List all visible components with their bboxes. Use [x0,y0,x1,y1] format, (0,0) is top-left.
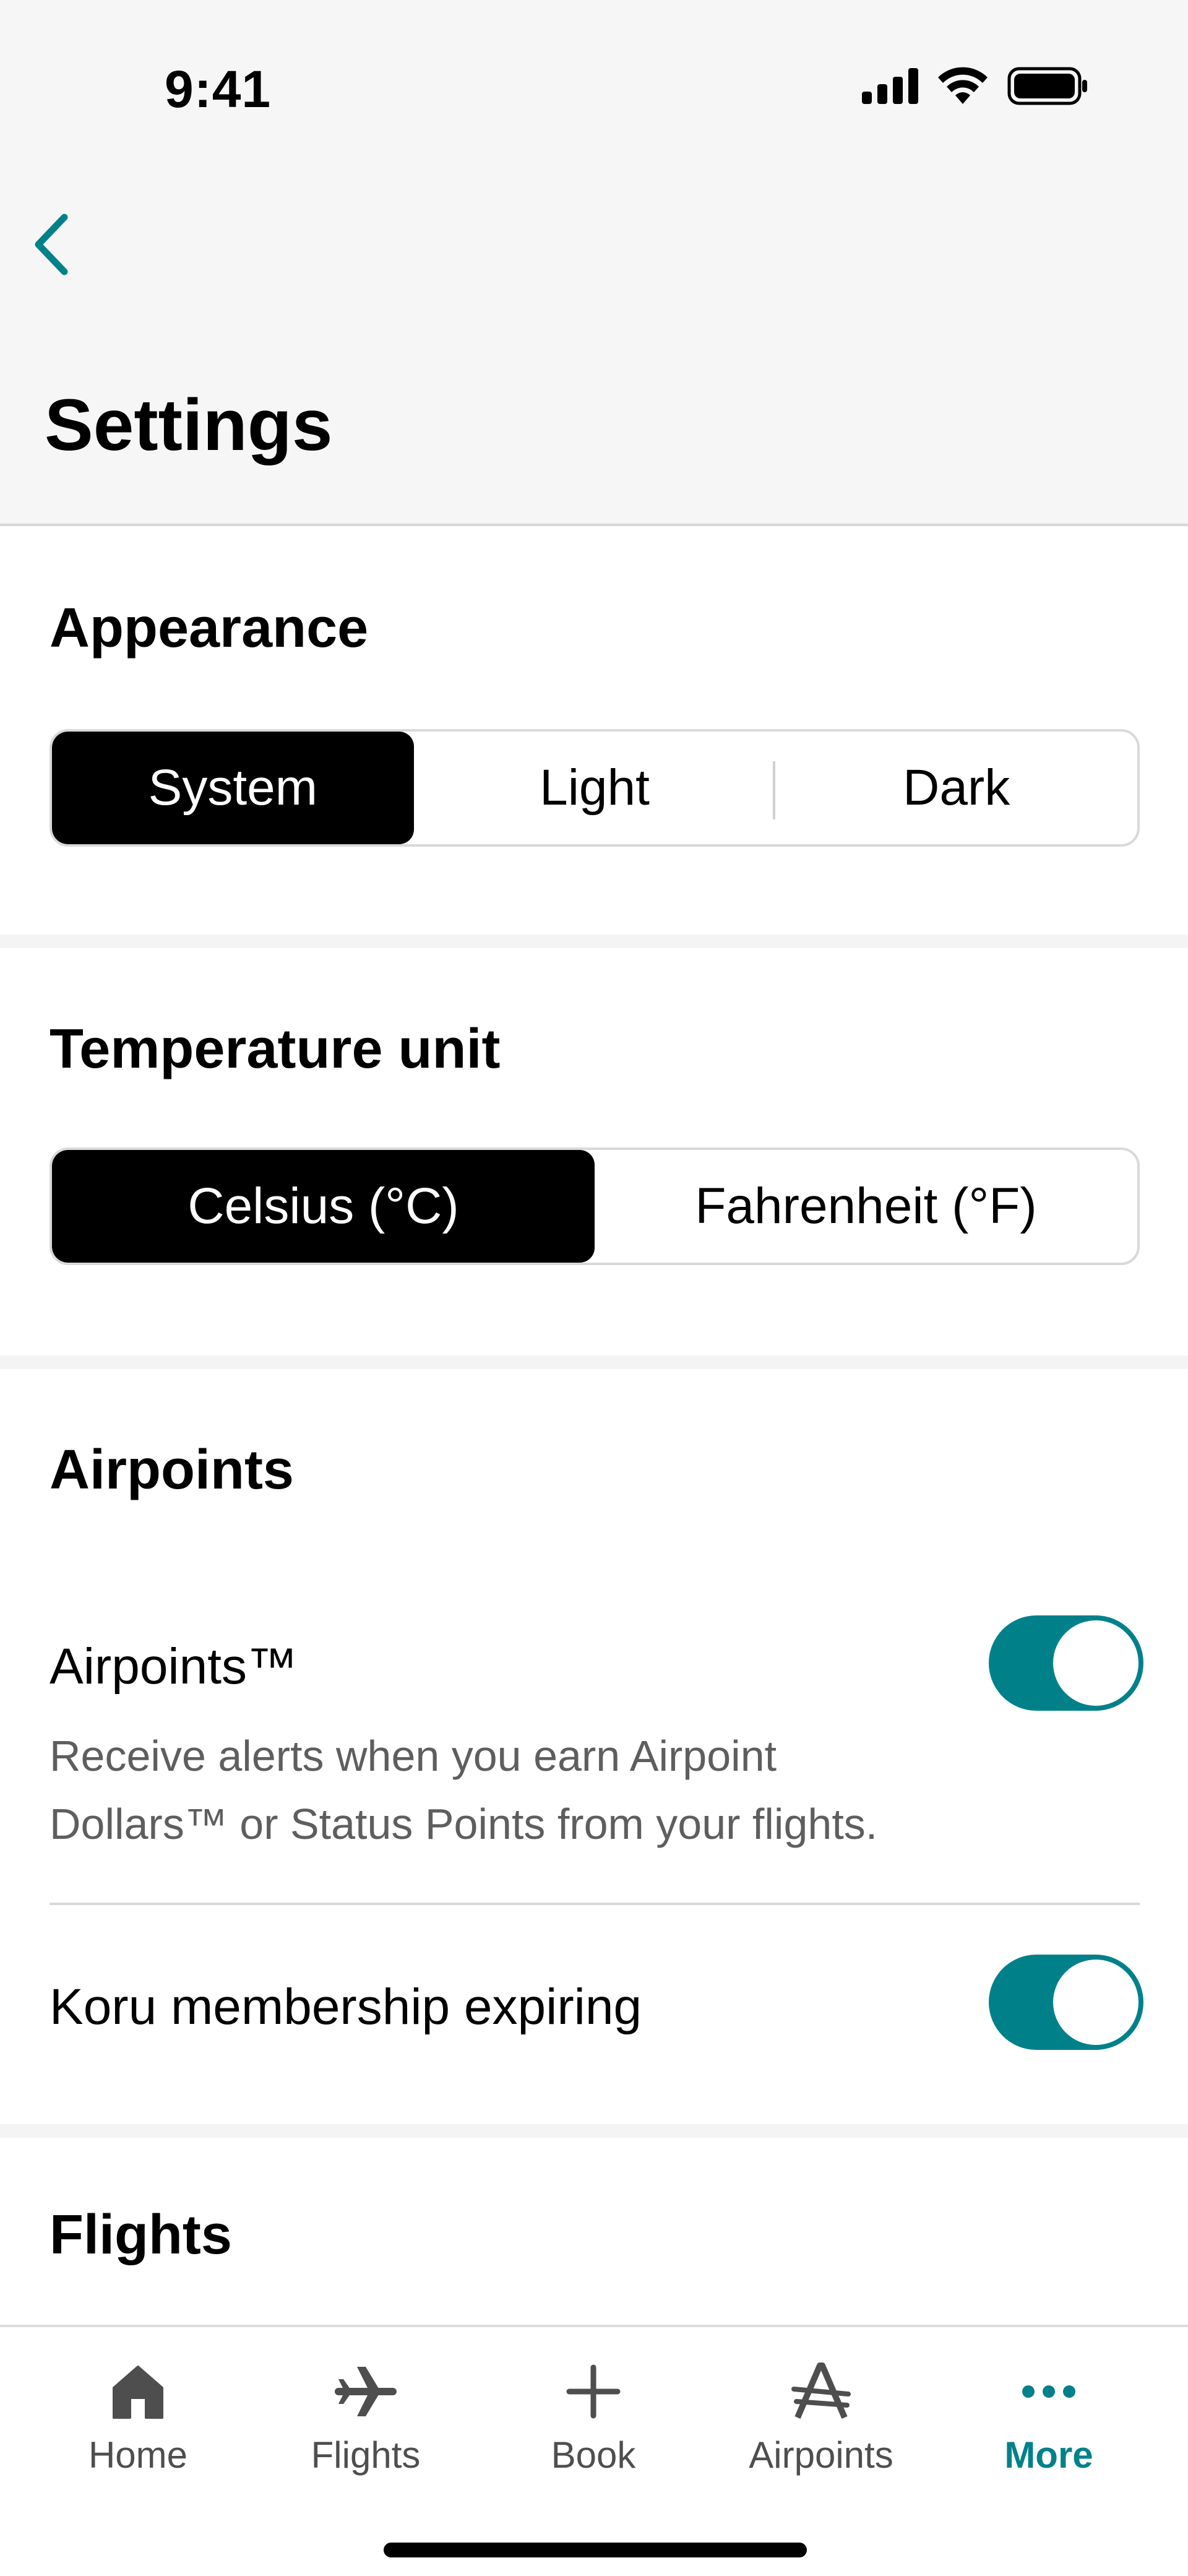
status-time: 9:41 [165,60,272,118]
tab-bar: Home Flights Book Airpoints More [0,2325,1188,2576]
tab-airpoints-label: Airpoints [749,2434,893,2476]
appearance-segmented-control: System Light Dark [50,729,1140,847]
tab-book[interactable]: Book [491,2354,695,2509]
airpoints-alert-label: Airpoints™ [50,1638,298,1695]
battery-icon [1007,67,1087,105]
more-icon [1022,2385,1075,2398]
toggle-knob [1053,1620,1138,1706]
appearance-option-light[interactable]: Light [414,732,776,844]
airpoints-alert-toggle[interactable] [989,1615,1143,1711]
airpoints-section: Airpoints Airpoints™ Receive alerts when… [0,1369,1188,2124]
chevron-left-icon [35,214,68,275]
cellular-signal-icon [862,68,918,104]
temperature-option-celsius[interactable]: Celsius (°C) [52,1150,595,1263]
appearance-option-dark[interactable]: Dark [775,732,1137,844]
flights-title: Flights [50,2204,232,2266]
plane-icon [335,2367,397,2416]
airpoints-title: Airpoints [50,1439,294,1501]
temperature-title: Temperature unit [50,1018,501,1080]
home-indicator [384,2543,807,2557]
koru-expiring-toggle[interactable] [989,1955,1143,2050]
page-title: Settings [45,384,333,466]
section-divider [0,1355,1188,1369]
back-button[interactable] [17,204,85,285]
flights-section: Flights [0,2138,1188,2325]
section-divider [0,935,1188,948]
airpoints-icon [791,2362,851,2419]
tab-airpoints[interactable]: Airpoints [719,2354,923,2509]
tab-more-label: More [1004,2434,1093,2476]
appearance-title: Appearance [50,597,369,659]
temperature-segmented-control: Celsius (°C) Fahrenheit (°F) [50,1148,1140,1265]
appearance-section: Appearance System Light Dark [0,526,1188,935]
tab-more[interactable]: More [947,2354,1151,2509]
tab-home[interactable]: Home [36,2354,240,2509]
section-divider [0,2124,1188,2138]
tab-flights-label: Flights [311,2434,421,2476]
temperature-option-fahrenheit[interactable]: Fahrenheit (°F) [595,1150,1137,1263]
status-icons [862,67,1089,105]
temperature-section: Temperature unit Celsius (°C) Fahrenheit… [0,948,1188,1355]
tab-book-label: Book [551,2434,636,2476]
toggle-knob [1053,1960,1138,2045]
appearance-option-system[interactable]: System [52,732,414,844]
tab-flights[interactable]: Flights [264,2354,468,2509]
row-divider [50,1903,1140,1905]
plus-icon [566,2364,621,2419]
wifi-icon [938,67,988,104]
tab-home-label: Home [88,2434,188,2476]
airpoints-alert-description: Receive alerts when you earn Airpoint Do… [50,1732,878,1848]
koru-expiring-label: Koru membership expiring [50,1979,642,2035]
home-icon [113,2366,163,2419]
header: 9:41 Settings [0,0,1188,526]
